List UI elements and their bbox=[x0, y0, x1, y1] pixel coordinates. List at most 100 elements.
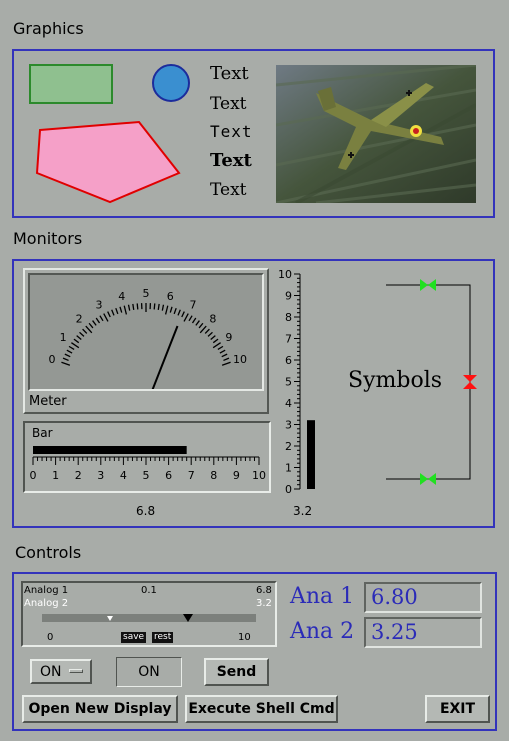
text-sample-serif-small: Text bbox=[210, 94, 247, 114]
meter-tick bbox=[64, 353, 71, 358]
slider-track[interactable] bbox=[42, 614, 256, 622]
meter-tick-label: 6 bbox=[167, 290, 174, 303]
vbar-tick-label: 1 bbox=[285, 462, 292, 475]
symbols-label: Symbols bbox=[348, 368, 443, 393]
meter-tick bbox=[61, 361, 71, 366]
meter-widget: 0 1 2 3 4 5 6 7 8 9 10 Meter bbox=[23, 268, 269, 414]
ana2-label: Ana 2 bbox=[290, 619, 355, 644]
meter-tick bbox=[92, 320, 97, 326]
save-button[interactable]: save bbox=[121, 632, 147, 643]
meter-tick-label: 1 bbox=[60, 331, 67, 344]
meter-tick bbox=[161, 304, 165, 311]
meter-tick-label: 5 bbox=[143, 287, 150, 300]
on-option-menu[interactable]: ON bbox=[30, 659, 92, 684]
meter-tick bbox=[107, 311, 111, 318]
vbar-tick-label: 0 bbox=[285, 483, 292, 493]
bar-tick-label: 5 bbox=[143, 469, 150, 482]
meter-tick bbox=[207, 331, 213, 337]
vbar-tick-label: 2 bbox=[285, 440, 292, 453]
bar-tick-label: 0 bbox=[30, 469, 37, 482]
meter-tick bbox=[119, 306, 123, 313]
vbar-tick-label: 5 bbox=[285, 376, 292, 389]
meter-tick-label: 9 bbox=[225, 331, 232, 344]
meter-tick bbox=[219, 349, 226, 354]
meter-tick bbox=[71, 342, 80, 349]
vbar-tick-label: 3 bbox=[285, 419, 292, 432]
vbar-tick-label: 10 bbox=[278, 268, 292, 281]
meter-tick bbox=[76, 335, 82, 340]
meter-tick bbox=[188, 315, 193, 322]
vbar-tick-label: 4 bbox=[285, 397, 292, 410]
meter-tick-label: 4 bbox=[118, 290, 125, 303]
meter-tick bbox=[183, 313, 189, 322]
vbar-tick-label: 6 bbox=[285, 354, 292, 367]
controls-panel: Analog 1 0.1 6.8 Analog 2 3.2 0 10 save … bbox=[12, 572, 497, 731]
option-menu-indicator-icon bbox=[69, 669, 83, 673]
graphics-panel: Text Text Text Text Text bbox=[12, 49, 495, 218]
execute-shell-cmd-button[interactable]: Execute Shell Cmd bbox=[185, 695, 338, 723]
analog2-thumb[interactable] bbox=[107, 616, 114, 621]
meter-tick bbox=[173, 307, 177, 315]
ana1-input[interactable]: 6.80 bbox=[364, 582, 482, 613]
meter-tick bbox=[169, 306, 173, 313]
airplane-photo bbox=[276, 65, 476, 203]
on-status-indicator: ON bbox=[116, 657, 182, 687]
analog1-value: 0.1 bbox=[141, 585, 157, 596]
meter-tick-label: 10 bbox=[233, 353, 247, 366]
meter-tick-label: 8 bbox=[209, 313, 216, 326]
analog1-label: Analog 1 bbox=[24, 585, 69, 596]
bar-tick-label: 7 bbox=[188, 469, 195, 482]
dual-slider-widget[interactable]: Analog 1 0.1 6.8 Analog 2 3.2 0 10 save … bbox=[21, 581, 277, 647]
text-sample-serif: Text bbox=[210, 63, 249, 84]
text-sample-mono: Text bbox=[210, 122, 253, 141]
meter-tick bbox=[73, 338, 80, 344]
meter-face: 0 1 2 3 4 5 6 7 8 9 10 bbox=[28, 273, 264, 392]
text-sample-bold: Text bbox=[210, 150, 252, 171]
meter-needle bbox=[151, 325, 179, 392]
send-button[interactable]: Send bbox=[204, 658, 269, 686]
meter-tick bbox=[177, 309, 181, 316]
meter-tick bbox=[221, 361, 231, 366]
bar-widget: Bar 0 1 2 3 4 5 6 7 8 9 10 bbox=[23, 421, 271, 493]
meter-tick bbox=[66, 349, 73, 354]
bar-tick-label: 4 bbox=[120, 469, 127, 482]
monitors-panel: 0 1 2 3 4 5 6 7 8 9 10 Meter Bar 0 1 2 3 4 5 6 7 8 9 10 6.8 … bbox=[12, 259, 495, 528]
slider-max-label: 10 bbox=[238, 632, 251, 643]
graphics-section-title: Graphics bbox=[13, 19, 84, 38]
blue-circle bbox=[152, 64, 190, 102]
analog1-thumb[interactable] bbox=[182, 614, 193, 622]
analog2-max: 3.2 bbox=[256, 598, 272, 609]
meter-tick bbox=[198, 322, 204, 329]
meter-tick bbox=[212, 342, 221, 349]
meter-tick bbox=[217, 345, 224, 351]
exit-button[interactable]: EXIT bbox=[425, 695, 490, 723]
meter-tick bbox=[136, 303, 139, 310]
meter-tick bbox=[223, 357, 230, 362]
pink-polygon bbox=[35, 120, 181, 204]
meter-tick bbox=[153, 303, 156, 310]
option-menu-value: ON bbox=[40, 663, 62, 680]
meter-tick bbox=[103, 313, 109, 322]
vbar-tick-label: 7 bbox=[285, 333, 292, 346]
meter-tick-label: 7 bbox=[189, 299, 196, 312]
meter-tick bbox=[79, 331, 85, 337]
meter-label: Meter bbox=[29, 394, 67, 409]
bar-tick-label: 8 bbox=[210, 469, 217, 482]
bar-fill bbox=[33, 446, 187, 454]
meter-tick-label: 3 bbox=[96, 299, 103, 312]
ana2-input[interactable]: 3.25 bbox=[364, 617, 482, 648]
vertical-bar-gauge: 0 1 2 3 4 5 6 7 8 9 10 bbox=[278, 268, 315, 493]
bar-tick-label: 6 bbox=[165, 469, 172, 482]
open-new-display-button[interactable]: Open New Display bbox=[22, 695, 178, 723]
meter-tick-label: 0 bbox=[49, 353, 56, 366]
ana1-label: Ana 1 bbox=[290, 584, 355, 609]
valve-closed-middle-icon bbox=[463, 375, 477, 389]
status-indicator-text: ON bbox=[138, 664, 160, 680]
monitors-section-title: Monitors bbox=[13, 229, 83, 248]
meter-tick bbox=[221, 353, 228, 358]
meter-tick bbox=[181, 311, 185, 318]
meter-tick bbox=[82, 328, 88, 334]
bar-tick-label: 9 bbox=[233, 469, 240, 482]
meter-tick bbox=[127, 304, 131, 311]
rest-button[interactable]: rest bbox=[152, 632, 174, 643]
